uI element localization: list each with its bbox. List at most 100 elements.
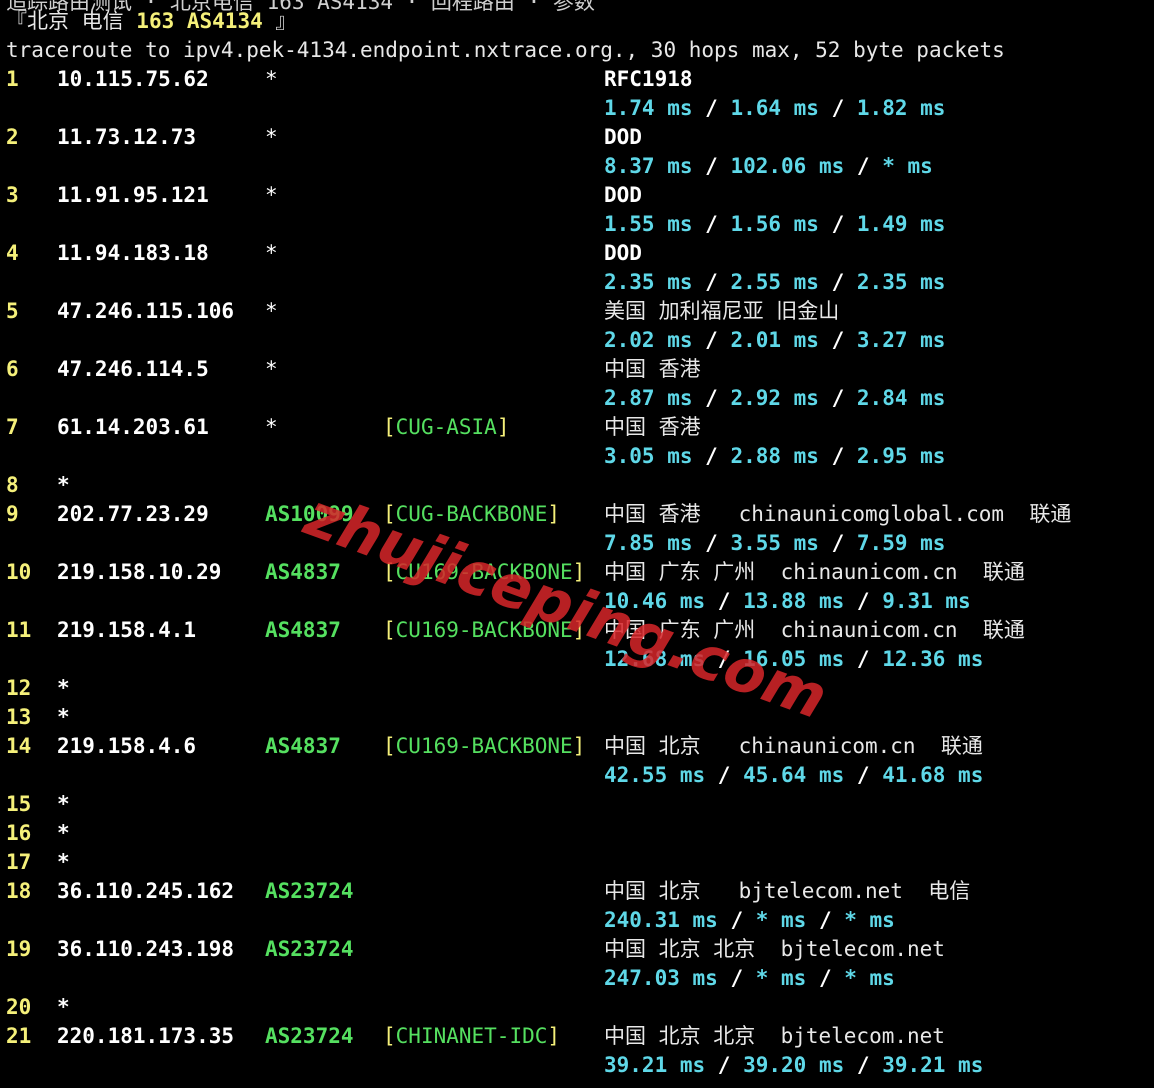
hop-row: 6 47.246.114.5 * 中国 香港 <box>6 355 1146 384</box>
hop-rtt-row: 12.68 ms / 16.05 ms / 12.36 ms <box>6 645 1146 674</box>
hop-ip: 36.110.243.198 <box>57 937 235 961</box>
rtt-value: 247.03 ms <box>604 966 718 990</box>
tag-text: CU169-BACKBONE <box>395 560 573 584</box>
hop-asn: AS4837 <box>265 560 341 584</box>
hop-geo: 中国 北京 chinaunicom.cn 联通 <box>604 734 983 758</box>
hop-geo: 中国 香港 <box>604 415 701 439</box>
hop-ip: 47.246.115.106 <box>57 299 235 323</box>
hop-asn: * <box>265 415 278 439</box>
hop-row: 2 11.73.12.73 * DOD <box>6 123 1146 152</box>
hop-asn: AS4837 <box>265 734 341 758</box>
hop-asn: * <box>265 299 278 323</box>
tag-bracket-close: ] <box>547 502 561 526</box>
hop-asn: * <box>265 241 278 265</box>
hop-row: 9 202.77.23.29 AS10099 [CUG-BACKBONE] 中国 香港 … <box>6 500 1146 529</box>
rtt-value: 12.68 ms <box>604 647 706 671</box>
hop-rtt-row: 2.35 ms / 2.55 ms / 2.35 ms <box>6 268 1146 297</box>
hop-asn: * <box>265 183 278 207</box>
rtt-value: 42.55 ms <box>604 763 706 787</box>
rtt-separator: / <box>692 96 731 120</box>
rtt-separator: / <box>818 328 857 352</box>
hop-ip: 36.110.245.162 <box>57 879 235 903</box>
rtt-value: 1.74 ms <box>604 96 693 120</box>
rtt-separator: / <box>818 386 857 410</box>
header-prefix: 『北京 电信 <box>6 9 137 33</box>
hop-number: 12 <box>6 676 32 700</box>
rtt-value: 16.05 ms <box>743 647 845 671</box>
header-highlight: 163 AS4134 <box>136 9 263 33</box>
hop-row: 16 * <box>6 819 1146 848</box>
hop-rtt: 10.46 ms / 13.88 ms / 9.31 ms <box>604 587 971 616</box>
hop-rtt-row: 1.55 ms / 1.56 ms / 1.49 ms <box>6 210 1146 239</box>
hop-ip: 61.14.203.61 <box>57 415 209 439</box>
hop-rtt-row: 10.46 ms / 13.88 ms / 9.31 ms <box>6 587 1146 616</box>
rtt-value: 2.84 ms <box>856 386 946 410</box>
hop-row: 15 * <box>6 790 1146 819</box>
rtt-separator: / <box>692 270 731 294</box>
hop-row: 1 10.115.75.62 * RFC1918 <box>6 65 1146 94</box>
hop-geo: 中国 香港 <box>604 357 701 381</box>
hop-number: 15 <box>6 792 32 816</box>
hop-row: 3 11.91.95.121 * DOD <box>6 181 1146 210</box>
rtt-separator: / <box>692 386 731 410</box>
rtt-value: 1.82 ms <box>856 96 946 120</box>
rtt-value: 3.55 ms <box>730 531 819 555</box>
rtt-value: 41.68 ms <box>882 763 984 787</box>
hop-ip: 219.158.10.29 <box>57 560 222 584</box>
hop-geo: 中国 香港 chinaunicomglobal.com 联通 <box>604 502 1072 526</box>
rtt-separator: / <box>844 589 883 613</box>
rtt-separator: / <box>844 154 883 178</box>
hop-rtt: 12.68 ms / 16.05 ms / 12.36 ms <box>604 645 983 674</box>
hop-ip: * <box>57 676 70 700</box>
hop-geo: RFC1918 <box>604 67 693 91</box>
hop-tag: [CU169-BACKBONE] <box>383 732 585 761</box>
tag-bracket-close: ] <box>572 734 586 758</box>
hop-number: 19 <box>6 937 32 961</box>
hop-rtt: 42.55 ms / 45.64 ms / 41.68 ms <box>604 761 983 790</box>
target-header: 『北京 电信 163 AS4134 』 <box>6 7 296 36</box>
rtt-value: 8.37 ms <box>604 154 693 178</box>
rtt-value: 39.20 ms <box>743 1053 845 1077</box>
hop-number: 18 <box>6 879 32 903</box>
hop-ip: 202.77.23.29 <box>57 502 209 526</box>
hop-geo: 中国 广东 广州 chinaunicom.cn 联通 <box>604 618 1025 642</box>
tag-bracket-close: ] <box>572 560 586 584</box>
rtt-value: 7.85 ms <box>604 531 693 555</box>
hop-asn: AS23724 <box>265 937 354 961</box>
hop-asn: AS10099 <box>265 502 354 526</box>
rtt-separator: / <box>692 328 731 352</box>
rtt-value: 45.64 ms <box>743 763 845 787</box>
rtt-value: 2.01 ms <box>730 328 819 352</box>
hop-geo: 中国 北京 北京 bjtelecom.net <box>604 937 945 961</box>
rtt-separator: / <box>818 96 857 120</box>
hop-number: 14 <box>6 734 32 758</box>
hop-row: 8 * <box>6 471 1146 500</box>
hop-ip: * <box>57 792 70 816</box>
tag-bracket-open: [ <box>383 502 396 526</box>
rtt-separator: / <box>692 154 731 178</box>
hop-ip: 11.94.183.18 <box>57 241 209 265</box>
hop-ip: * <box>57 850 70 874</box>
hop-geo: DOD <box>604 183 642 207</box>
rtt-separator: / <box>692 444 731 468</box>
hop-tag: [CU169-BACKBONE] <box>383 558 585 587</box>
rtt-separator: / <box>705 589 744 613</box>
hop-geo: 中国 北京 bjtelecom.net 电信 <box>604 879 971 903</box>
hop-tag: [CUG-ASIA] <box>383 413 509 442</box>
rtt-value: 39.21 ms <box>882 1053 984 1077</box>
hop-rtt-row: 7.85 ms / 3.55 ms / 7.59 ms <box>6 529 1146 558</box>
tag-text: CHINANET-IDC <box>395 1024 548 1048</box>
hop-number: 8 <box>6 473 19 497</box>
rtt-value: 7.59 ms <box>856 531 946 555</box>
command-line: traceroute to ipv4.pek-4134.endpoint.nxt… <box>6 38 1005 62</box>
hop-ip: * <box>57 705 70 729</box>
rtt-separator: / <box>844 647 883 671</box>
hop-asn: * <box>265 67 278 91</box>
hop-number: 7 <box>6 415 19 439</box>
hop-rtt: 3.05 ms / 2.88 ms / 2.95 ms <box>604 442 945 471</box>
tag-bracket-open: [ <box>383 560 396 584</box>
hop-geo: 中国 北京 北京 bjtelecom.net <box>604 1024 945 1048</box>
rtt-separator: / <box>818 531 857 555</box>
rtt-value: 13.88 ms <box>743 589 845 613</box>
rtt-value: * ms <box>882 154 933 178</box>
